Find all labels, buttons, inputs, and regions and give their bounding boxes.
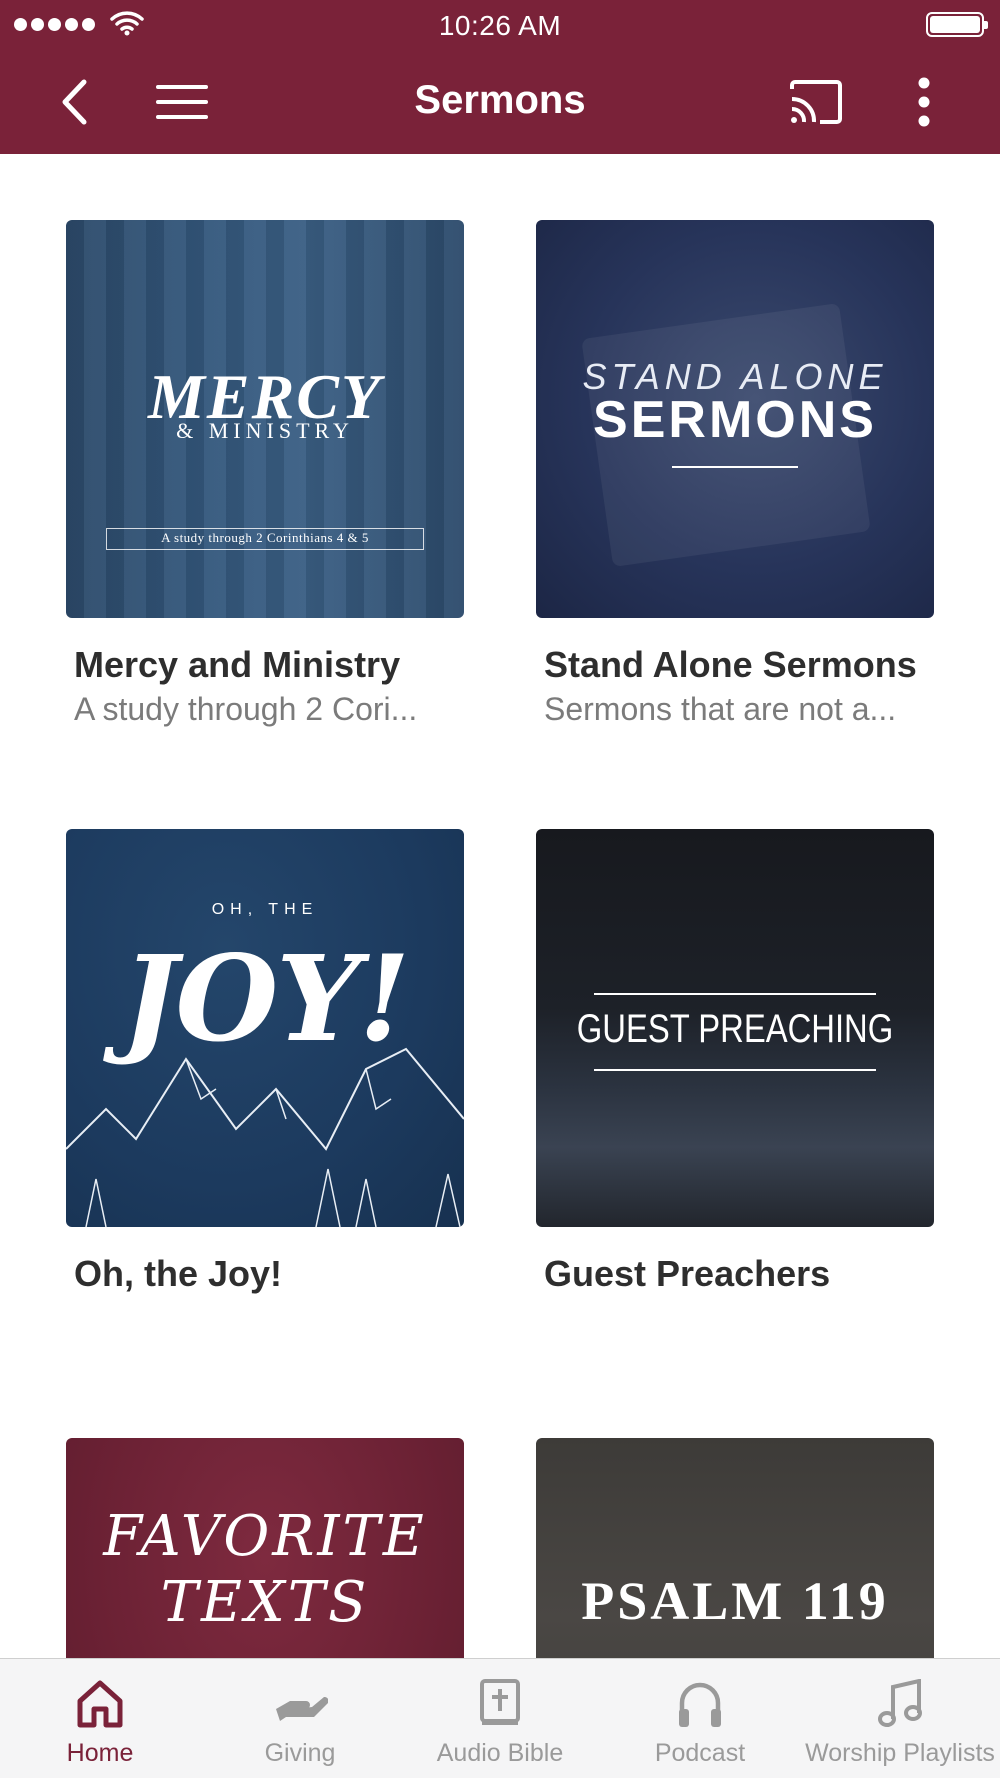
status-bar: 10:26 AM (0, 0, 1000, 50)
bible-icon (480, 1679, 520, 1725)
music-note-icon (878, 1679, 922, 1727)
series-title: Stand Alone Sermons (544, 644, 917, 685)
top-bar: 10:26 AM Sermons (0, 0, 1000, 154)
series-title: Guest Preachers (544, 1253, 831, 1294)
artwork-line-1: FAVORITE (103, 1504, 427, 1569)
mountains-illustration (66, 1047, 464, 1227)
series-title: Mercy and Ministry (74, 644, 401, 685)
artwork-caption-box: A study through 2 Corinthians 4 & 5 (106, 528, 424, 550)
artwork-headline: PSALM 119 (581, 1571, 889, 1631)
giving-hand-icon (276, 1696, 328, 1721)
app-header: Sermons (0, 50, 1000, 154)
artwork-headline: GUEST PREACHING (576, 1007, 894, 1051)
tab-audio-bible[interactable]: Audio Bible (400, 1659, 600, 1778)
bottom-tab-bar: Home Giving Audio Bible Podcast Worship … (0, 1658, 1000, 1778)
artwork-line-2: TEXTS (160, 1570, 370, 1635)
tab-label: Podcast (654, 1739, 746, 1767)
series-card[interactable]: GUEST PREACHING Guest Preachers (536, 829, 934, 1296)
series-title: Oh, the Joy! (74, 1253, 283, 1294)
artwork-caption: A study through 2 Corinthians 4 & 5 (161, 530, 369, 545)
artwork-top: OH, THE (211, 901, 319, 918)
divider (594, 1069, 876, 1071)
artwork-subline: & MINISTRY (176, 418, 354, 443)
series-subtitle: Sermons that are not a... (544, 691, 897, 727)
tab-label: Giving (264, 1739, 336, 1767)
status-time: 10:26 AM (438, 10, 562, 41)
more-options-button[interactable] (894, 72, 954, 132)
series-card[interactable]: STAND ALONE SERMONS Stand Alone Sermons … (536, 220, 934, 731)
divider (594, 993, 876, 995)
series-artwork: OH, THE JOY! (66, 829, 464, 1227)
headphones-icon (679, 1682, 721, 1727)
divider (672, 466, 798, 468)
tab-giving[interactable]: Giving (200, 1659, 400, 1778)
artwork-headline: SERMONS (593, 391, 877, 449)
series-card[interactable]: MERCY & MINISTRY A study through 2 Corin… (66, 220, 464, 731)
tab-label: Audio Bible (436, 1739, 564, 1767)
tab-home[interactable]: Home (0, 1659, 200, 1778)
tab-podcast[interactable]: Podcast (600, 1659, 800, 1778)
cast-button[interactable] (786, 72, 846, 132)
series-artwork: GUEST PREACHING (536, 829, 934, 1227)
page-title: Sermons (414, 78, 586, 122)
cast-icon (790, 80, 842, 124)
series-subtitle: A study through 2 Cori... (74, 691, 418, 727)
tab-label: Worship Playlists (805, 1739, 995, 1767)
tab-worship-playlists[interactable]: Worship Playlists (800, 1659, 1000, 1778)
series-artwork: MERCY & MINISTRY A study through 2 Corin… (66, 220, 464, 618)
series-artwork: STAND ALONE SERMONS (536, 220, 934, 618)
more-vertical-icon (918, 77, 930, 127)
series-card[interactable]: OH, THE JOY! Oh, the Joy! (66, 829, 464, 1296)
battery-icon (926, 12, 988, 37)
tab-label: Home (66, 1739, 134, 1767)
home-icon (77, 1680, 123, 1728)
